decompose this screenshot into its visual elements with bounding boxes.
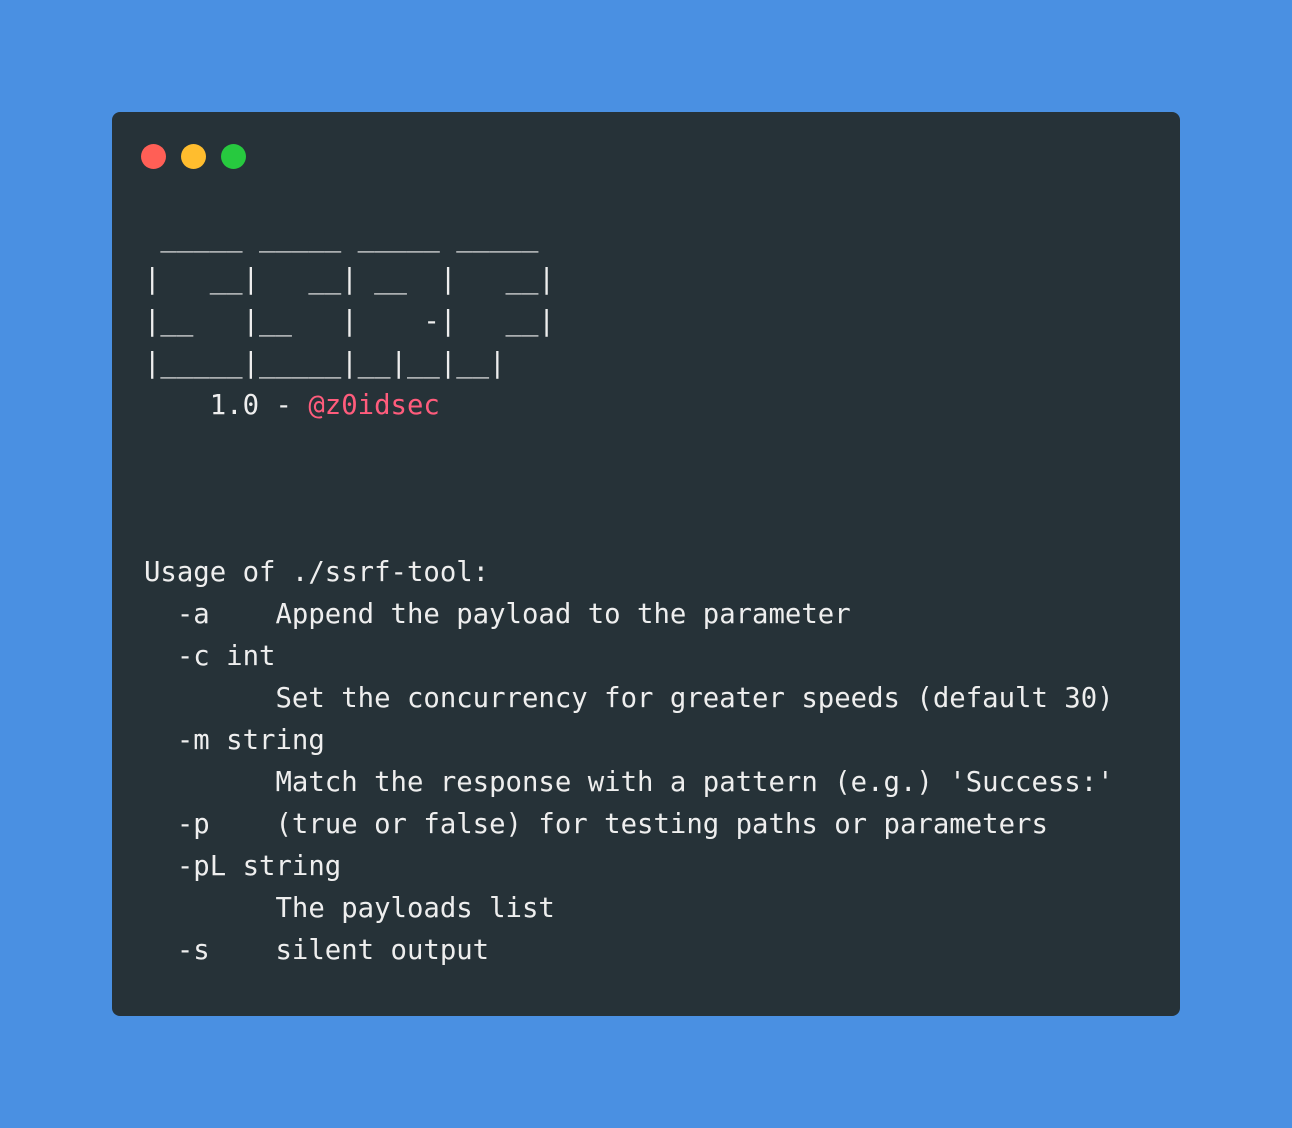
usage-line: -s silent output bbox=[144, 935, 490, 966]
close-button[interactable] bbox=[141, 144, 166, 169]
usage-line: The payloads list bbox=[144, 893, 555, 924]
usage-line: Set the concurrency for greater speeds (… bbox=[144, 683, 1114, 714]
usage-line: -pL string bbox=[144, 851, 342, 882]
terminal-window: _____ _____ _____ _____ | __| __| __ | __… bbox=[112, 112, 1180, 1016]
banner-line: | __| __| __ | __| bbox=[144, 264, 555, 295]
version-line: 1.0 - @z0idsec bbox=[144, 385, 555, 427]
minimize-button[interactable] bbox=[181, 144, 206, 169]
banner-line: |__ |__ | -| __| bbox=[144, 306, 555, 337]
usage-line: -c int bbox=[144, 641, 276, 672]
usage-line: -p (true or false) for testing paths or … bbox=[144, 809, 1048, 840]
maximize-button[interactable] bbox=[221, 144, 246, 169]
window-controls bbox=[141, 144, 246, 169]
usage-line: Match the response with a pattern (e.g.)… bbox=[144, 767, 1114, 798]
usage-line: -a Append the payload to the parameter bbox=[144, 599, 851, 630]
ascii-banner: _____ _____ _____ _____ | __| __| __ | __… bbox=[144, 217, 555, 427]
usage-header: Usage of ./ssrf-tool: bbox=[144, 557, 490, 588]
usage-output: Usage of ./ssrf-tool: -a Append the payl… bbox=[144, 552, 1114, 972]
author-handle: @z0idsec bbox=[308, 390, 440, 421]
banner-line: _____ _____ _____ _____ bbox=[144, 222, 539, 253]
banner-line: |_____|_____|__|__|__| bbox=[144, 348, 506, 379]
usage-line: -m string bbox=[144, 725, 325, 756]
version-text: 1.0 - bbox=[144, 390, 309, 421]
